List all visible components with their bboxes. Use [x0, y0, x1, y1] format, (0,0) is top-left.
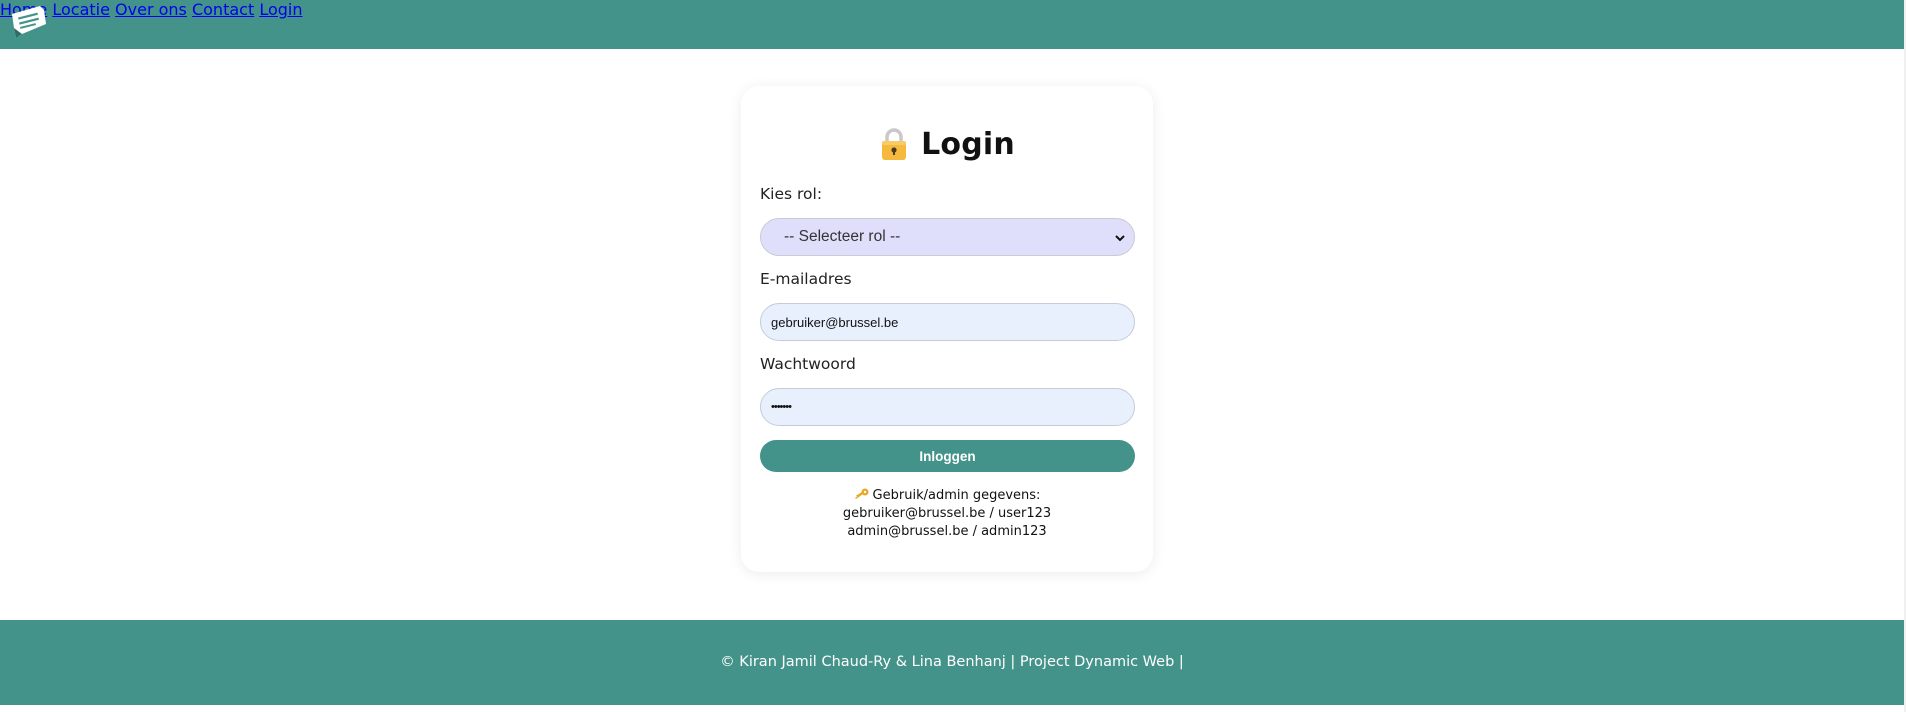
site-header: Home Locatie Over ons Contact Login	[0, 0, 1904, 49]
email-field[interactable]: gebruiker@brussel.be	[760, 303, 1135, 341]
login-heading: Login	[741, 127, 1153, 162]
footer-credits: © Kiran Jamil Chaud-Ry & Lina Benhanj | …	[720, 654, 1184, 670]
nav-login[interactable]: Login	[259, 0, 302, 19]
login-card: Login Kies rol: -- Selecteer rol -- E-ma…	[741, 86, 1153, 572]
info-heading: Gebruik/admin gegevens:	[872, 488, 1041, 503]
site-footer: © Kiran Jamil Chaud-Ry & Lina Benhanj | …	[0, 620, 1904, 705]
lock-icon	[882, 127, 907, 160]
site-logo[interactable]	[10, 4, 48, 38]
nav-locatie[interactable]: Locatie	[52, 0, 110, 19]
email-label: E-mailadres	[760, 270, 852, 288]
info-line-user: gebruiker@brussel.be / user123	[842, 506, 1052, 521]
password-label: Wachtwoord	[760, 355, 856, 373]
role-label: Kies rol:	[760, 185, 823, 203]
password-field[interactable]: •••••••	[760, 388, 1135, 426]
info-line-admin: admin@brussel.be / admin123	[847, 524, 1047, 539]
key-icon	[854, 488, 869, 499]
chevron-down-icon	[1115, 235, 1125, 242]
email-value: gebruiker@brussel.be	[771, 314, 899, 330]
page-title: Login	[921, 127, 1015, 162]
role-select-value: -- Selecteer rol --	[784, 228, 901, 245]
login-button[interactable]: Inloggen	[760, 440, 1135, 472]
nav-over-ons[interactable]: Over ons	[115, 0, 187, 19]
role-select[interactable]: -- Selecteer rol --	[760, 218, 1135, 256]
credentials-info: Gebruik/admin gegevens: gebruiker@brusse…	[741, 487, 1153, 541]
password-value: •••••••	[771, 401, 792, 413]
nav-contact[interactable]: Contact	[192, 0, 254, 19]
